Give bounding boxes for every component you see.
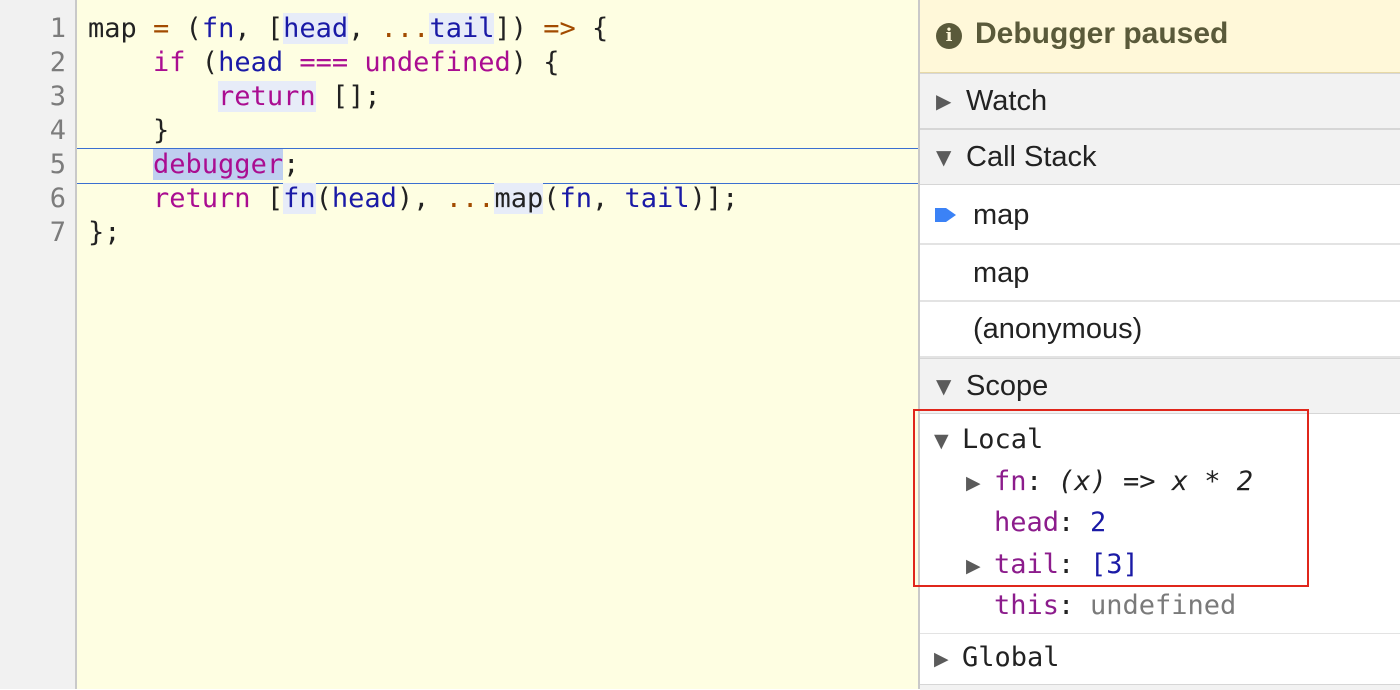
debugger-paused-banner: i Debugger paused bbox=[920, 0, 1400, 73]
triangle-down-icon: ▼ bbox=[936, 145, 952, 169]
call-stack-frame[interactable]: map bbox=[920, 245, 1400, 302]
call-stack-frame-current[interactable]: map bbox=[920, 185, 1400, 245]
current-frame-arrow-icon bbox=[935, 208, 956, 222]
call-stack-frame[interactable]: (anonymous) bbox=[920, 302, 1400, 358]
line-number[interactable]: 1 bbox=[0, 12, 66, 46]
triangle-right-icon: ▶ bbox=[936, 89, 952, 113]
divider bbox=[920, 633, 1400, 634]
scope-global-label: Global bbox=[962, 642, 1060, 673]
triangle-right-icon: ▶ bbox=[934, 648, 949, 670]
code-editor[interactable]: 1 2 3 4 5 6 7 map = (fn, [head, ...tail]… bbox=[0, 0, 918, 689]
debugger-paused-label: Debugger paused bbox=[975, 17, 1229, 50]
code-line-4: } bbox=[88, 115, 170, 146]
call-stack-frame-name: map bbox=[973, 199, 1030, 231]
call-stack-frame-name: map bbox=[973, 257, 1030, 289]
line-number[interactable]: 2 bbox=[0, 46, 66, 80]
code-line-2: if (head === undefined) { bbox=[153, 47, 560, 78]
local-scope-highlight-box bbox=[913, 409, 1309, 587]
code-line-5: debugger; bbox=[153, 149, 300, 180]
property-name: this bbox=[994, 590, 1060, 621]
code-line-6: return [fn(head), ...map(fn, tail)]; bbox=[153, 183, 739, 214]
scope-label: Scope bbox=[966, 370, 1049, 402]
scope-section-header[interactable]: ▼ Scope bbox=[920, 358, 1400, 414]
code-line-7: }; bbox=[88, 217, 121, 248]
watch-label: Watch bbox=[966, 85, 1048, 117]
line-number[interactable]: 4 bbox=[0, 114, 66, 148]
triangle-down-icon: ▼ bbox=[936, 374, 952, 398]
line-number[interactable]: 3 bbox=[0, 80, 66, 114]
property-colon: : bbox=[1058, 590, 1075, 621]
line-number[interactable]: 7 bbox=[0, 216, 66, 250]
call-stack-label: Call Stack bbox=[966, 141, 1097, 173]
code-line-3: return []; bbox=[218, 81, 381, 112]
line-number[interactable]: 6 bbox=[0, 182, 66, 216]
line-number-gutter: 1 2 3 4 5 6 7 bbox=[0, 0, 77, 689]
call-stack-section-header[interactable]: ▼ Call Stack bbox=[920, 129, 1400, 185]
code-line-1: map = (fn, [head, ...tail]) => { bbox=[88, 13, 609, 44]
info-icon: i bbox=[936, 23, 962, 49]
call-stack-frame-name: (anonymous) bbox=[973, 313, 1143, 345]
divider bbox=[920, 684, 1400, 690]
watch-section-header[interactable]: ▶ Watch bbox=[920, 73, 1400, 129]
line-number[interactable]: 5 bbox=[0, 148, 66, 182]
property-value: undefined bbox=[1090, 590, 1237, 621]
